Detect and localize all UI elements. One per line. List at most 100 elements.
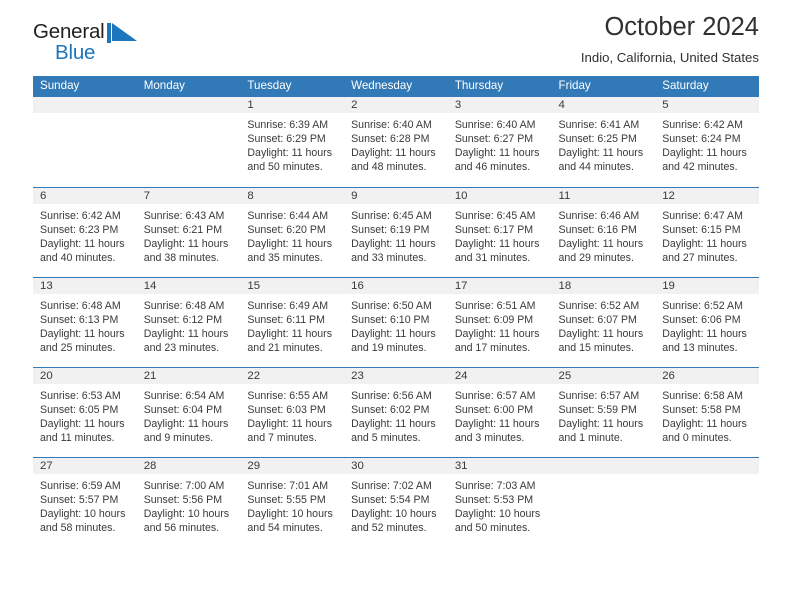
calendar-cell-day-4[interactable]: 4 Sunrise: 6:41 AM Sunset: 6:25 PM Daylight… [551, 97, 656, 187]
weekday-header-friday: Friday [551, 76, 656, 97]
day-details: Sunrise: 6:55 AM Sunset: 6:03 PM Daylight:… [240, 384, 344, 445]
day-details: Sunrise: 6:48 AM Sunset: 6:12 PM Daylight:… [137, 294, 241, 355]
day-details: Sunrise: 6:39 AM Sunset: 6:29 PM Daylight:… [240, 113, 344, 174]
day-details: Sunrise: 6:47 AM Sunset: 6:15 PM Daylight:… [655, 204, 759, 265]
calendar-cell-day-30[interactable]: 30 Sunrise: 7:02 AM Sunset: 5:54 PM Dayligh… [344, 456, 448, 547]
sunset-text: Sunset: 5:56 PM [143, 493, 223, 506]
brand-logo[interactable]: General Blue [33, 21, 163, 68]
sunrise-text: Sunrise: 6:52 AM [558, 299, 640, 312]
calendar-cell-empty [655, 456, 759, 547]
calendar-cell-day-23[interactable]: 23 Sunrise: 6:56 AM Sunset: 6:02 PM Dayligh… [344, 366, 448, 457]
sunset-text: Sunset: 6:23 PM [40, 223, 119, 236]
day-number: 15 [240, 277, 345, 294]
calendar-cell-day-16[interactable]: 16 Sunrise: 6:50 AM Sunset: 6:10 PM Dayligh… [344, 276, 448, 367]
calendar-cell-day-11[interactable]: 11 Sunrise: 6:46 AM Sunset: 6:16 PM Dayligh… [551, 186, 656, 277]
calendar-cell-day-1[interactable]: 1 Sunrise: 6:39 AM Sunset: 6:29 PM Daylight… [240, 97, 345, 187]
day-number: 23 [344, 367, 448, 384]
day-number: 22 [240, 367, 345, 384]
daylight-text-line2: and 1 minute. [558, 431, 623, 444]
day-details: Sunrise: 6:42 AM Sunset: 6:24 PM Daylight:… [655, 113, 759, 174]
sunrise-text: Sunrise: 6:57 AM [558, 389, 640, 402]
daylight-text-line2: and 27 minutes. [662, 251, 738, 264]
sunset-text: Sunset: 5:57 PM [40, 493, 119, 506]
day-number: 17 [447, 277, 552, 294]
daylight-text-line1: Daylight: 11 hours [558, 327, 644, 340]
day-number [136, 97, 241, 113]
calendar-cell-day-6[interactable]: 6 Sunrise: 6:42 AM Sunset: 6:23 PM Daylight… [33, 186, 137, 277]
calendar-cell-day-9[interactable]: 9 Sunrise: 6:45 AM Sunset: 6:19 PM Daylight… [344, 186, 448, 277]
blue-flag-triangle-icon [107, 23, 137, 43]
sunrise-text: Sunrise: 6:40 AM [351, 119, 432, 131]
day-details: Sunrise: 6:51 AM Sunset: 6:09 PM Daylight:… [448, 294, 552, 355]
sunrise-text: Sunrise: 6:57 AM [454, 389, 536, 402]
calendar-cell-day-13[interactable]: 13 Sunrise: 6:48 AM Sunset: 6:13 PM Dayligh… [33, 276, 137, 367]
daylight-text-line1: Daylight: 10 hours [351, 507, 437, 520]
calendar-cell-day-17[interactable]: 17 Sunrise: 6:51 AM Sunset: 6:09 PM Dayligh… [447, 276, 552, 367]
daylight-text-line1: Daylight: 11 hours [143, 237, 229, 250]
calendar-cell-day-8[interactable]: 8 Sunrise: 6:44 AM Sunset: 6:20 PM Daylight… [240, 186, 345, 277]
calendar-cell-day-5[interactable]: 5 Sunrise: 6:42 AM Sunset: 6:24 PM Daylight… [655, 97, 759, 187]
weekday-header-thursday: Thursday [447, 76, 552, 97]
sunrise-text: Sunrise: 6:59 AM [40, 479, 121, 492]
daylight-text-line1: Daylight: 11 hours [351, 237, 436, 250]
day-number: 1 [240, 97, 345, 113]
calendar-cell-day-27[interactable]: 27 Sunrise: 6:59 AM Sunset: 5:57 PM Dayligh… [33, 456, 137, 547]
day-details: Sunrise: 6:42 AM Sunset: 6:23 PM Daylight:… [33, 204, 137, 265]
calendar-cell-day-2[interactable]: 2 Sunrise: 6:40 AM Sunset: 6:28 PM Daylight… [344, 97, 448, 187]
sunset-text: Sunset: 6:17 PM [454, 223, 534, 236]
day-details: Sunrise: 6:49 AM Sunset: 6:11 PM Daylight:… [240, 294, 344, 355]
sunset-text: Sunset: 6:06 PM [662, 313, 741, 326]
calendar-cell-day-14[interactable]: 14 Sunrise: 6:48 AM Sunset: 6:12 PM Dayligh… [136, 276, 241, 367]
calendar-table: Sunday Monday Tuesday Wednesday Thursday… [33, 76, 759, 547]
calendar-cell-day-10[interactable]: 10 Sunrise: 6:45 AM Sunset: 6:17 PM Dayligh… [447, 186, 552, 277]
day-number: 28 [136, 457, 241, 474]
daylight-text-line2: and 21 minutes. [247, 341, 323, 354]
calendar-cell-day-26[interactable]: 26 Sunrise: 6:58 AM Sunset: 5:58 PM Dayligh… [655, 366, 759, 457]
calendar-cell-day-22[interactable]: 22 Sunrise: 6:55 AM Sunset: 6:03 PM Dayligh… [240, 366, 345, 457]
daylight-text-line1: Daylight: 11 hours [662, 327, 747, 340]
day-details: Sunrise: 6:40 AM Sunset: 6:27 PM Daylight:… [448, 113, 552, 174]
daylight-text-line1: Daylight: 10 hours [40, 507, 126, 520]
calendar-cell-day-25[interactable]: 25 Sunrise: 6:57 AM Sunset: 5:59 PM Dayligh… [551, 366, 656, 457]
day-details: Sunrise: 6:44 AM Sunset: 6:20 PM Daylight:… [240, 204, 344, 265]
sunrise-text: Sunrise: 6:46 AM [558, 209, 640, 222]
daylight-text-line1: Daylight: 11 hours [662, 417, 747, 430]
day-details: Sunrise: 6:48 AM Sunset: 6:13 PM Daylight:… [33, 294, 137, 355]
weekday-header-saturday: Saturday [655, 76, 759, 97]
sunset-text: Sunset: 6:15 PM [662, 223, 741, 236]
sunrise-text: Sunrise: 6:40 AM [454, 119, 536, 131]
sunset-text: Sunset: 6:29 PM [247, 133, 326, 146]
calendar-cell-day-31[interactable]: 31 Sunrise: 7:03 AM Sunset: 5:53 PM Dayligh… [447, 456, 552, 547]
calendar-cell-day-3[interactable]: 3 Sunrise: 6:40 AM Sunset: 6:27 PM Daylight… [447, 97, 552, 187]
daylight-text-line2: and 5 minutes. [351, 431, 421, 444]
calendar-cell-day-24[interactable]: 24 Sunrise: 6:57 AM Sunset: 6:00 PM Dayligh… [447, 366, 552, 457]
calendar-week-row: 13 Sunrise: 6:48 AM Sunset: 6:13 PM Dayligh… [33, 276, 759, 367]
daylight-text-line2: and 40 minutes. [40, 251, 116, 264]
calendar-cell-day-18[interactable]: 18 Sunrise: 6:52 AM Sunset: 6:07 PM Dayligh… [551, 276, 656, 367]
weekday-header-sunday: Sunday [33, 76, 137, 97]
sunrise-text: Sunrise: 6:48 AM [143, 299, 225, 312]
calendar-cell-day-29[interactable]: 29 Sunrise: 7:01 AM Sunset: 5:55 PM Dayligh… [240, 456, 345, 547]
calendar-cell-day-19[interactable]: 19 Sunrise: 6:52 AM Sunset: 6:06 PM Dayligh… [655, 276, 759, 367]
daylight-text-line1: Daylight: 11 hours [351, 417, 436, 430]
sunset-text: Sunset: 6:21 PM [143, 223, 223, 236]
sunset-text: Sunset: 6:27 PM [454, 133, 534, 146]
calendar-cell-day-20[interactable]: 20 Sunrise: 6:53 AM Sunset: 6:05 PM Dayligh… [33, 366, 137, 457]
sunset-text: Sunset: 6:24 PM [662, 133, 741, 146]
calendar-cell-day-28[interactable]: 28 Sunrise: 7:00 AM Sunset: 5:56 PM Dayligh… [136, 456, 241, 547]
day-details: Sunrise: 7:00 AM Sunset: 5:56 PM Daylight:… [137, 474, 241, 535]
day-details: Sunrise: 7:02 AM Sunset: 5:54 PM Daylight:… [344, 474, 448, 535]
calendar-cell-day-21[interactable]: 21 Sunrise: 6:54 AM Sunset: 6:04 PM Dayligh… [136, 366, 241, 457]
day-number: 20 [33, 367, 137, 384]
day-details: Sunrise: 6:54 AM Sunset: 6:04 PM Daylight:… [137, 384, 241, 445]
calendar-cell-day-7[interactable]: 7 Sunrise: 6:43 AM Sunset: 6:21 PM Daylight… [136, 186, 241, 277]
daylight-text-line2: and 7 minutes. [247, 431, 317, 444]
day-details: Sunrise: 7:01 AM Sunset: 5:55 PM Daylight:… [240, 474, 344, 535]
sunrise-text: Sunrise: 6:42 AM [662, 119, 743, 131]
weekday-header-wednesday: Wednesday [344, 76, 448, 97]
daylight-text-line1: Daylight: 11 hours [454, 327, 540, 340]
calendar-cell-day-15[interactable]: 15 Sunrise: 6:49 AM Sunset: 6:11 PM Dayligh… [240, 276, 345, 367]
calendar-week-row: 20 Sunrise: 6:53 AM Sunset: 6:05 PM Dayligh… [33, 366, 759, 457]
calendar-cell-day-12[interactable]: 12 Sunrise: 6:47 AM Sunset: 6:15 PM Dayligh… [655, 186, 759, 277]
calendar-cell-empty [33, 97, 137, 187]
